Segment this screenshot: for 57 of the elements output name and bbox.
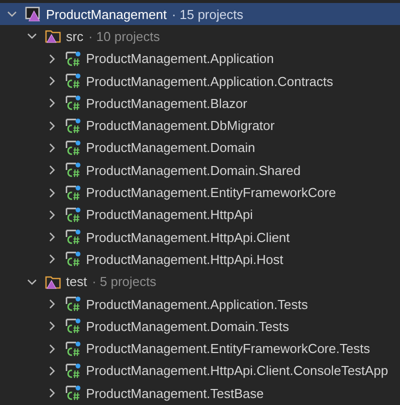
tree-item-label: ProductManagement.Application	[86, 51, 274, 66]
tree-item-label: ProductManagement.Domain.Shared	[86, 162, 301, 178]
tree-row[interactable]: ProductManagement.HttpApi	[0, 204, 400, 226]
tree-row[interactable]: ProductManagement.HttpApi.Client.ConsoleTestApp	[0, 360, 400, 382]
csharp-project-icon	[65, 251, 81, 268]
tree-row[interactable]: test · 5 projects	[0, 270, 400, 293]
tree-item-label: src	[66, 28, 84, 44]
tree-row[interactable]: ProductManagement.Domain	[0, 136, 400, 160]
csharp-project-icon	[65, 73, 81, 90]
tree-item-label: ProductManagement.TestBase	[86, 386, 264, 401]
csharp-project-icon	[65, 184, 81, 201]
tree-item-label: ProductManagement.HttpApi.Client.ConsoleTestApp	[86, 363, 388, 378]
csharp-project-icon	[65, 206, 81, 223]
project-count: · 10 projects	[88, 28, 160, 44]
csharp-project-icon	[65, 385, 81, 402]
tree-row[interactable]: ProductManagement.Application.Tests	[0, 292, 400, 316]
csharp-project-icon	[65, 362, 81, 379]
tree-item-label: ProductManagement.HttpApi	[86, 207, 253, 222]
csharp-project-icon	[65, 162, 81, 178]
tree-item-label: ProductManagement	[46, 6, 167, 22]
tree-item-label: ProductManagement.EntityFrameworkCore.Tests	[86, 341, 370, 356]
csharp-project-icon	[65, 118, 81, 134]
tree-item-label: ProductManagement.HttpApi.Client	[86, 230, 290, 245]
csharp-project-icon	[65, 229, 81, 246]
tree-item-label: ProductManagement.Blazor	[86, 96, 248, 111]
csharp-project-icon	[65, 318, 81, 334]
tree-row[interactable]: ProductManagement.Domain.Shared	[0, 159, 400, 182]
tree-item-label: ProductManagement.HttpApi.Host	[86, 252, 284, 267]
tree-item-label: ProductManagement.Application.Contracts	[86, 74, 334, 89]
tree-row[interactable]: ProductManagement.DbMigrator	[0, 114, 400, 137]
tree-item-label: ProductManagement.DbMigrator	[86, 118, 275, 134]
tree-item-label: test	[66, 274, 87, 290]
tree-row[interactable]: ProductManagement.EntityFrameworkCore	[0, 181, 400, 204]
folder-icon	[45, 274, 61, 290]
solution-icon	[25, 6, 41, 22]
tree-row[interactable]: ProductManagement.TestBase	[0, 382, 400, 404]
tree-row[interactable]: src · 10 projects	[0, 25, 400, 48]
tree-row[interactable]: ProductManagement · 15 projects	[0, 3, 400, 26]
project-count: · 5 projects	[92, 274, 156, 290]
tree-row[interactable]: ProductManagement.Application	[0, 48, 400, 70]
tree-row[interactable]: ProductManagement.EntityFrameworkCore.Tests	[0, 337, 400, 360]
csharp-project-icon	[65, 95, 81, 112]
tree-row[interactable]: ProductManagement.HttpApi.Host	[0, 248, 400, 271]
tree-item-label: ProductManagement.Application.Tests	[86, 296, 308, 312]
tree-row[interactable]: ProductManagement.Domain.Tests	[0, 315, 400, 338]
tree-row[interactable]: ProductManagement.Blazor	[0, 92, 400, 114]
csharp-project-icon	[65, 140, 81, 156]
csharp-project-icon	[65, 340, 81, 357]
tree-item-label: ProductManagement.Domain	[86, 140, 256, 156]
tree-item-label: ProductManagement.EntityFrameworkCore	[86, 185, 336, 200]
tree-row[interactable]: ProductManagement.HttpApi.Client	[0, 226, 400, 248]
csharp-project-icon	[65, 50, 81, 67]
folder-icon	[45, 28, 61, 44]
project-count: · 15 projects	[172, 6, 244, 22]
csharp-project-icon	[65, 296, 81, 312]
tree-item-label: ProductManagement.Domain.Tests	[86, 318, 290, 334]
tree-row[interactable]: ProductManagement.Application.Contracts	[0, 70, 400, 92]
